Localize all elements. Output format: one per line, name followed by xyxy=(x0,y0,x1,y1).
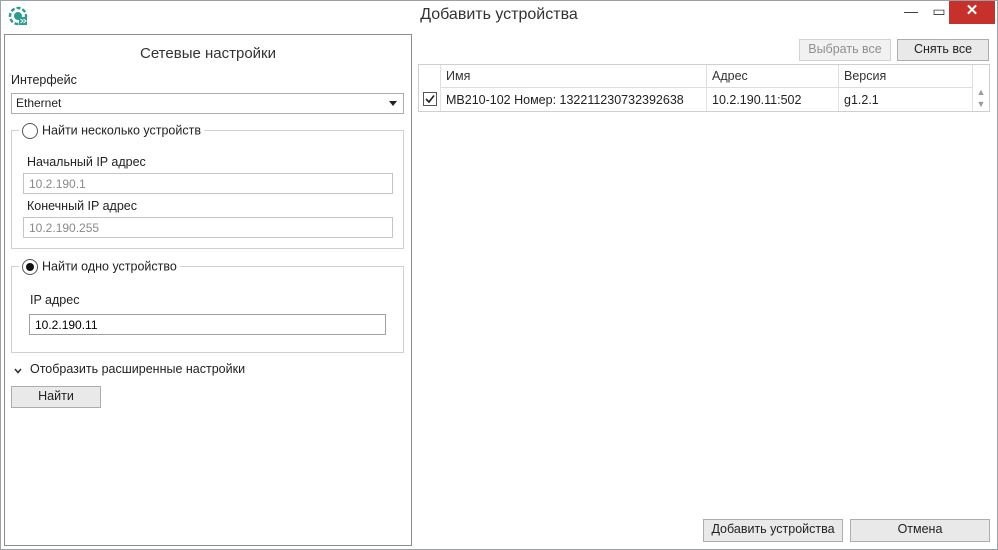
advanced-settings-toggle[interactable]: Отобразить расширенные настройки xyxy=(30,362,245,376)
interface-select[interactable]: Ethernet xyxy=(11,93,404,114)
multi-device-radio[interactable] xyxy=(22,123,38,139)
add-devices-button[interactable]: Добавить устройства xyxy=(703,519,843,542)
table-header-address[interactable]: Адрес xyxy=(707,65,839,87)
table-row[interactable] xyxy=(419,87,441,111)
close-button[interactable]: ✕ xyxy=(949,0,995,24)
device-address-cell: 10.2.190.11:502 xyxy=(707,87,839,111)
window-title: Добавить устройства xyxy=(420,6,578,23)
multi-device-label: Найти несколько устройств xyxy=(42,123,201,138)
table-header-name[interactable]: Имя xyxy=(441,65,707,87)
end-ip-label: Конечный IP адрес xyxy=(27,199,137,213)
device-version-cell: g1.2.1 xyxy=(839,87,973,111)
scroll-down-icon[interactable]: ▼ xyxy=(974,99,988,109)
table-header-check xyxy=(419,65,441,87)
minimize-button[interactable]: — xyxy=(898,0,924,24)
ip-label: IP адрес xyxy=(30,293,80,307)
interface-label: Интерфейс xyxy=(11,73,77,87)
start-ip-input[interactable] xyxy=(23,173,393,194)
single-device-label: Найти одно устройство xyxy=(42,259,177,274)
scroll-up-icon[interactable]: ▲ xyxy=(974,87,988,97)
single-device-radio[interactable] xyxy=(22,259,38,275)
single-device-group xyxy=(11,266,404,353)
dropdown-arrow-icon xyxy=(389,101,397,106)
deselect-all-button[interactable]: Снять все xyxy=(897,39,989,61)
chevron-down-icon[interactable] xyxy=(13,365,25,375)
start-ip-label: Начальный IP адрес xyxy=(27,155,146,169)
interface-value: Ethernet xyxy=(16,96,62,110)
single-device-option[interactable]: Найти одно устройство xyxy=(19,259,180,275)
end-ip-input[interactable] xyxy=(23,217,393,238)
ip-input[interactable] xyxy=(29,314,386,335)
multi-device-option[interactable]: Найти несколько устройств xyxy=(19,123,204,139)
devices-table: Имя Адрес Версия МВ210-102 Номер: 132211… xyxy=(418,64,990,112)
find-button[interactable]: Найти xyxy=(11,386,101,408)
table-header-version[interactable]: Версия xyxy=(839,65,973,87)
select-all-button[interactable]: Выбрать все xyxy=(799,39,891,61)
panel-title: Сетевые настройки xyxy=(140,45,276,62)
cancel-button[interactable]: Отмена xyxy=(850,519,990,542)
device-name-cell: МВ210-102 Номер: 132211230732392638 xyxy=(441,87,707,111)
